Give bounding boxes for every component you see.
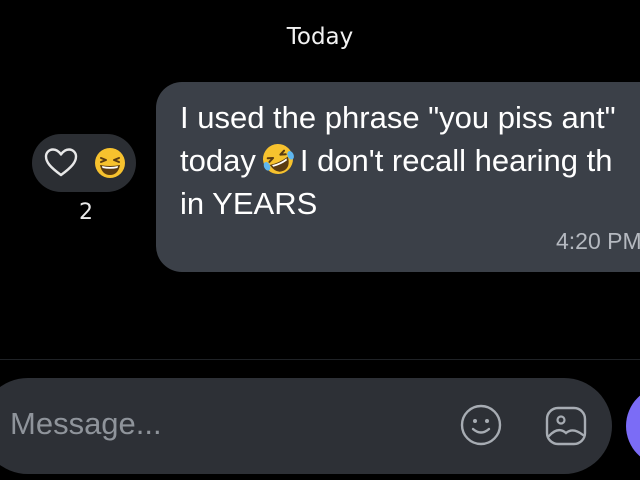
smiley-face-icon[interactable] [458,402,504,448]
send-button[interactable] [626,386,640,466]
composer-divider [0,359,640,360]
message-line-1: I used the phrase "you piss ant" [180,100,616,135]
message-bubble[interactable]: I used the phrase "you piss ant" today I… [156,82,640,272]
message-input[interactable]: Message... [10,406,162,442]
message-text: I used the phrase "you piss ant" today I… [180,96,640,225]
message-line-2-start: today [180,143,256,178]
rolling-on-floor-laughing-emoji [262,144,294,174]
grinning-squinting-face-emoji[interactable] [88,141,132,185]
message-reactions[interactable] [32,134,136,192]
message-line-2-end: I don't recall hearing th [299,143,613,178]
chat-screen: Today 2 I used the phrase "you piss ant"… [0,0,640,480]
date-divider: Today [286,24,354,50]
message-timestamp: 4:20 PM [556,228,640,254]
message-composer[interactable]: Message... [0,378,612,474]
heart-outline-icon[interactable] [40,142,82,184]
image-icon[interactable] [542,402,590,450]
message-line-3: in YEARS [180,186,318,221]
reaction-count: 2 [79,200,93,225]
message-line-2: today I don't recall hearing th [180,139,640,182]
